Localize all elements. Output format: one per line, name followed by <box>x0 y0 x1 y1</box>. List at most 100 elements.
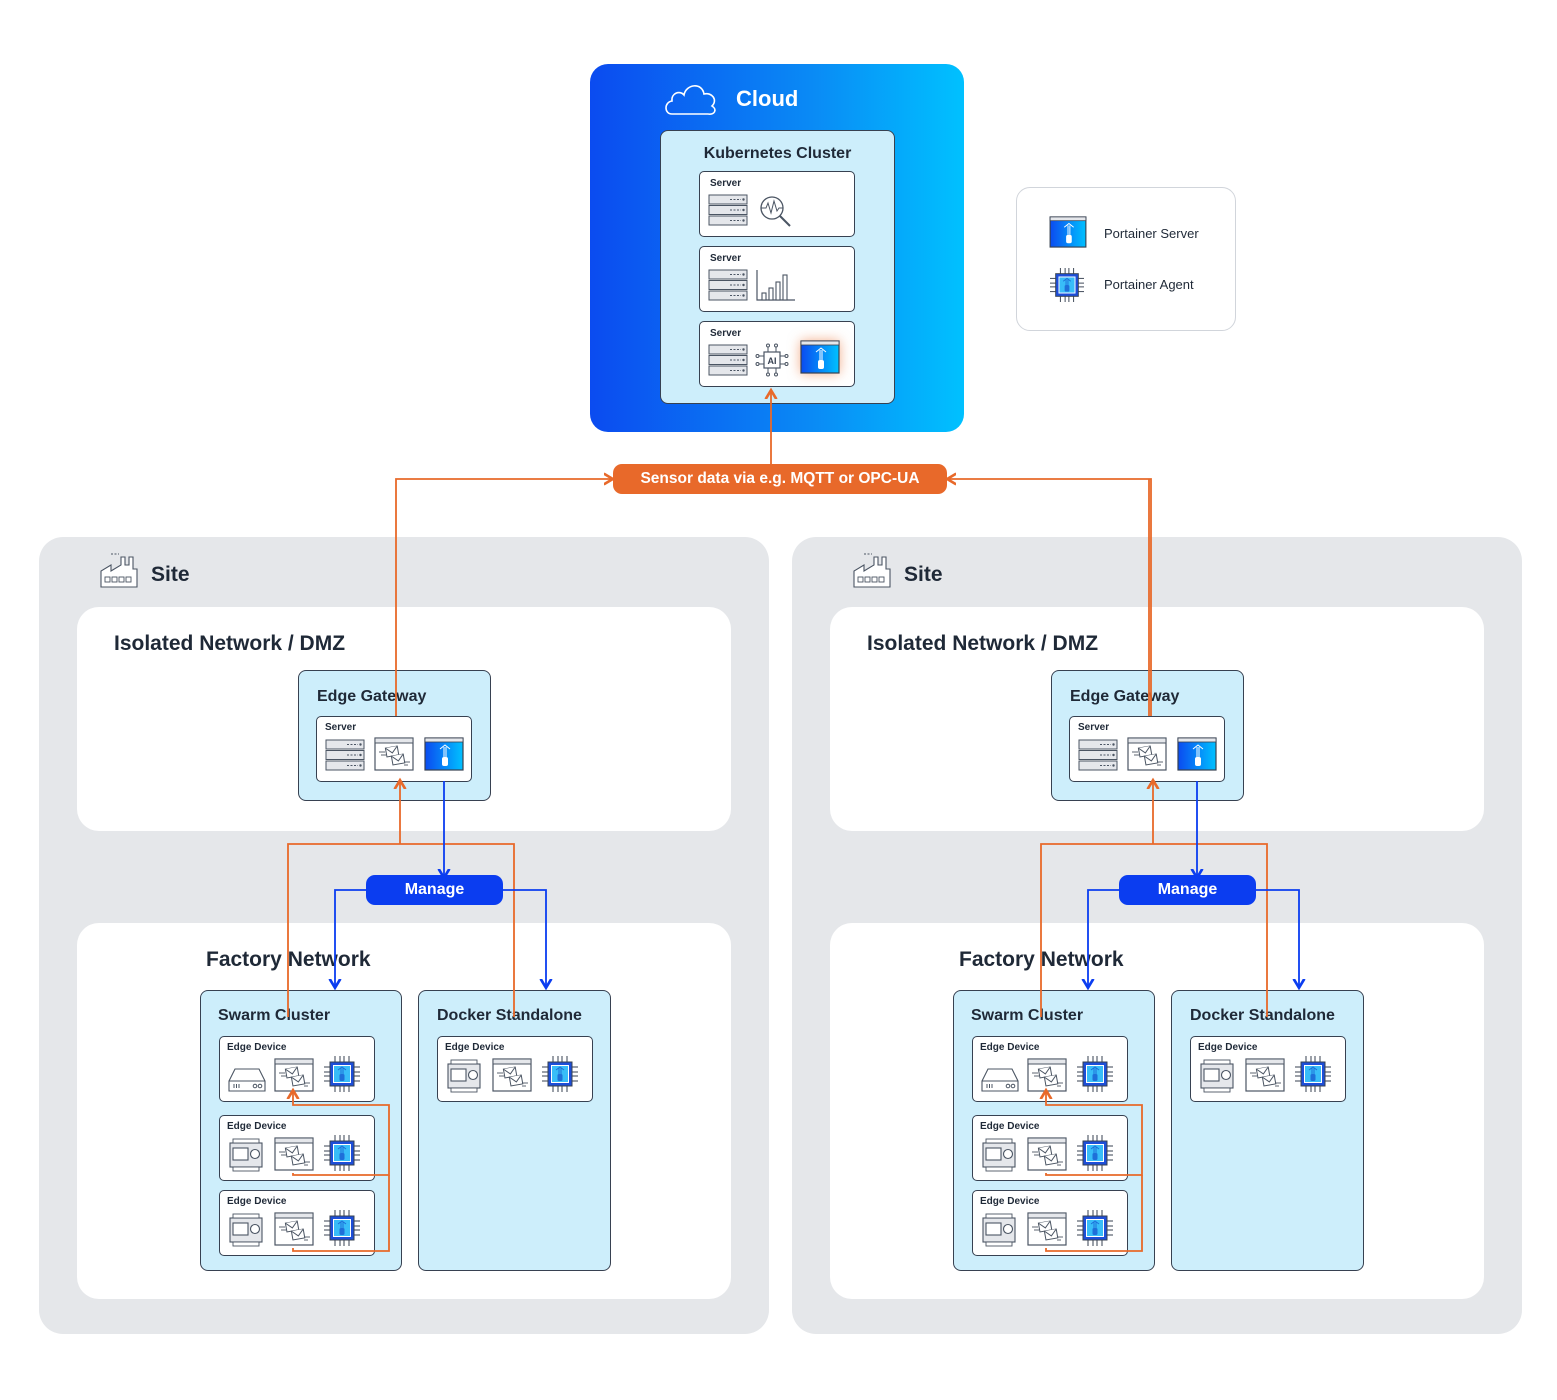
server-label: Server <box>325 722 357 733</box>
nas-device-icon <box>980 1067 1020 1093</box>
message-broker-icon <box>492 1058 532 1092</box>
cloud-title: Cloud <box>736 86 799 111</box>
dmz-title: Isolated Network / DMZ <box>867 632 1099 655</box>
docker-standalone-title: Docker Standalone <box>1190 1007 1335 1024</box>
message-broker-icon <box>274 1212 314 1246</box>
server-rack-icon <box>1078 739 1118 771</box>
site-left: Site Isolated Network / DMZ Edge Gateway… <box>39 537 769 1334</box>
cloud-server-3: Server <box>699 321 855 387</box>
message-broker-icon <box>1027 1137 1067 1171</box>
edge-device: Edge Device <box>219 1190 375 1256</box>
site-title: Site <box>904 563 943 586</box>
server-rack-icon <box>708 344 748 376</box>
edge-gateway-title: Edge Gateway <box>317 688 427 705</box>
plc-device-icon <box>228 1138 264 1172</box>
message-broker-icon <box>1027 1058 1067 1092</box>
message-broker-icon <box>274 1137 314 1171</box>
cloud-server-2: Server <box>699 246 855 312</box>
factory-network-panel: Factory Network Swarm Cluster Edge Devic… <box>830 923 1484 1299</box>
gateway-server: Server <box>316 716 472 782</box>
portainer-server-icon <box>800 340 840 374</box>
factory-icon <box>99 551 139 591</box>
server-rack-icon <box>708 269 748 301</box>
edge-device-label: Edge Device <box>227 1042 287 1053</box>
message-broker-icon <box>1127 737 1167 771</box>
portainer-agent-icon <box>1077 1056 1113 1092</box>
portainer-agent-icon <box>542 1056 578 1092</box>
plc-device-icon <box>981 1213 1017 1247</box>
legend-label-portainer-agent: Portainer Agent <box>1104 277 1194 292</box>
plc-device-icon <box>446 1059 482 1093</box>
edge-device: Edge Device <box>219 1036 375 1102</box>
swarm-cluster-title: Swarm Cluster <box>218 1007 331 1024</box>
factory-icon <box>852 551 892 591</box>
docker-standalone-title: Docker Standalone <box>437 1007 582 1024</box>
portainer-agent-icon <box>1077 1210 1113 1246</box>
factory-network-title: Factory Network <box>206 948 371 971</box>
edge-gateway: Edge Gateway Server <box>1051 670 1244 801</box>
server-rack-icon <box>325 739 365 771</box>
legend-label-portainer-server: Portainer Server <box>1104 226 1199 241</box>
portainer-agent-icon <box>324 1210 360 1246</box>
sensor-data-label: Sensor data via e.g. MQTT or OPC-UA <box>613 464 947 494</box>
bar-chart-icon <box>756 269 796 301</box>
factory-network-title: Factory Network <box>959 948 1124 971</box>
edge-device: Edge Device <box>972 1115 1128 1181</box>
edge-device-label: Edge Device <box>445 1042 505 1053</box>
plc-device-icon <box>981 1138 1017 1172</box>
edge-device: Edge Device <box>1190 1036 1346 1102</box>
edge-gateway-title: Edge Gateway <box>1070 688 1180 705</box>
edge-device: Edge Device <box>219 1115 375 1181</box>
edge-device-label: Edge Device <box>1198 1042 1258 1053</box>
site-title: Site <box>151 563 190 586</box>
server-rack-icon <box>708 194 748 226</box>
edge-device: Edge Device <box>972 1036 1128 1102</box>
server-label: Server <box>1078 722 1110 733</box>
factory-network-panel: Factory Network Swarm Cluster Edge Devic… <box>77 923 731 1299</box>
edge-device-label: Edge Device <box>980 1042 1040 1053</box>
dmz-panel: Isolated Network / DMZ Edge Gateway Serv… <box>830 607 1484 831</box>
edge-gateway: Edge Gateway Server <box>298 670 491 801</box>
legend: Portainer Server Portainer Agent <box>1016 187 1236 331</box>
kubernetes-cluster: Kubernetes Cluster Server Server Server <box>660 130 895 404</box>
portainer-server-icon <box>424 737 464 771</box>
swarm-cluster: Swarm Cluster Edge Device Edge Device Ed… <box>953 990 1155 1271</box>
manage-label: Manage <box>1119 875 1256 905</box>
nas-device-icon <box>227 1067 267 1093</box>
plc-device-icon <box>1199 1059 1235 1093</box>
portainer-agent-icon <box>1295 1056 1331 1092</box>
portainer-server-icon <box>1177 737 1217 771</box>
portainer-server-icon <box>1048 216 1088 248</box>
plc-device-icon <box>228 1213 264 1247</box>
swarm-cluster: Swarm Cluster Edge Device Edge Device Ed… <box>200 990 402 1271</box>
portainer-agent-icon <box>324 1056 360 1092</box>
message-broker-icon <box>1027 1212 1067 1246</box>
edge-device: Edge Device <box>437 1036 593 1102</box>
swarm-cluster-title: Swarm Cluster <box>971 1007 1084 1024</box>
server-label: Server <box>710 328 742 339</box>
cloud-server-1: Server <box>699 171 855 237</box>
portainer-agent-icon <box>1050 268 1084 302</box>
message-broker-icon <box>274 1058 314 1092</box>
cloud-zone: Cloud Kubernetes Cluster Server Server S… <box>590 64 964 432</box>
docker-standalone: Docker Standalone Edge Device <box>418 990 611 1271</box>
manage-label: Manage <box>366 875 503 905</box>
server-label: Server <box>710 253 742 264</box>
dmz-panel: Isolated Network / DMZ Edge Gateway Serv… <box>77 607 731 831</box>
portainer-agent-icon <box>1077 1135 1113 1171</box>
edge-device-label: Edge Device <box>980 1196 1040 1207</box>
edge-device-label: Edge Device <box>227 1121 287 1132</box>
cloud-icon <box>662 78 722 118</box>
message-broker-icon <box>1245 1058 1285 1092</box>
portainer-agent-icon <box>324 1135 360 1171</box>
edge-device-label: Edge Device <box>227 1196 287 1207</box>
ai-chip-icon <box>754 342 790 378</box>
message-broker-icon <box>374 737 414 771</box>
gateway-server: Server <box>1069 716 1225 782</box>
kubernetes-cluster-title: Kubernetes Cluster <box>703 145 852 162</box>
dmz-title: Isolated Network / DMZ <box>114 632 346 655</box>
docker-standalone: Docker Standalone Edge Device <box>1171 990 1364 1271</box>
edge-device: Edge Device <box>972 1190 1128 1256</box>
edge-device-label: Edge Device <box>980 1121 1040 1132</box>
site-right: Site Isolated Network / DMZ Edge Gateway… <box>792 537 1522 1334</box>
